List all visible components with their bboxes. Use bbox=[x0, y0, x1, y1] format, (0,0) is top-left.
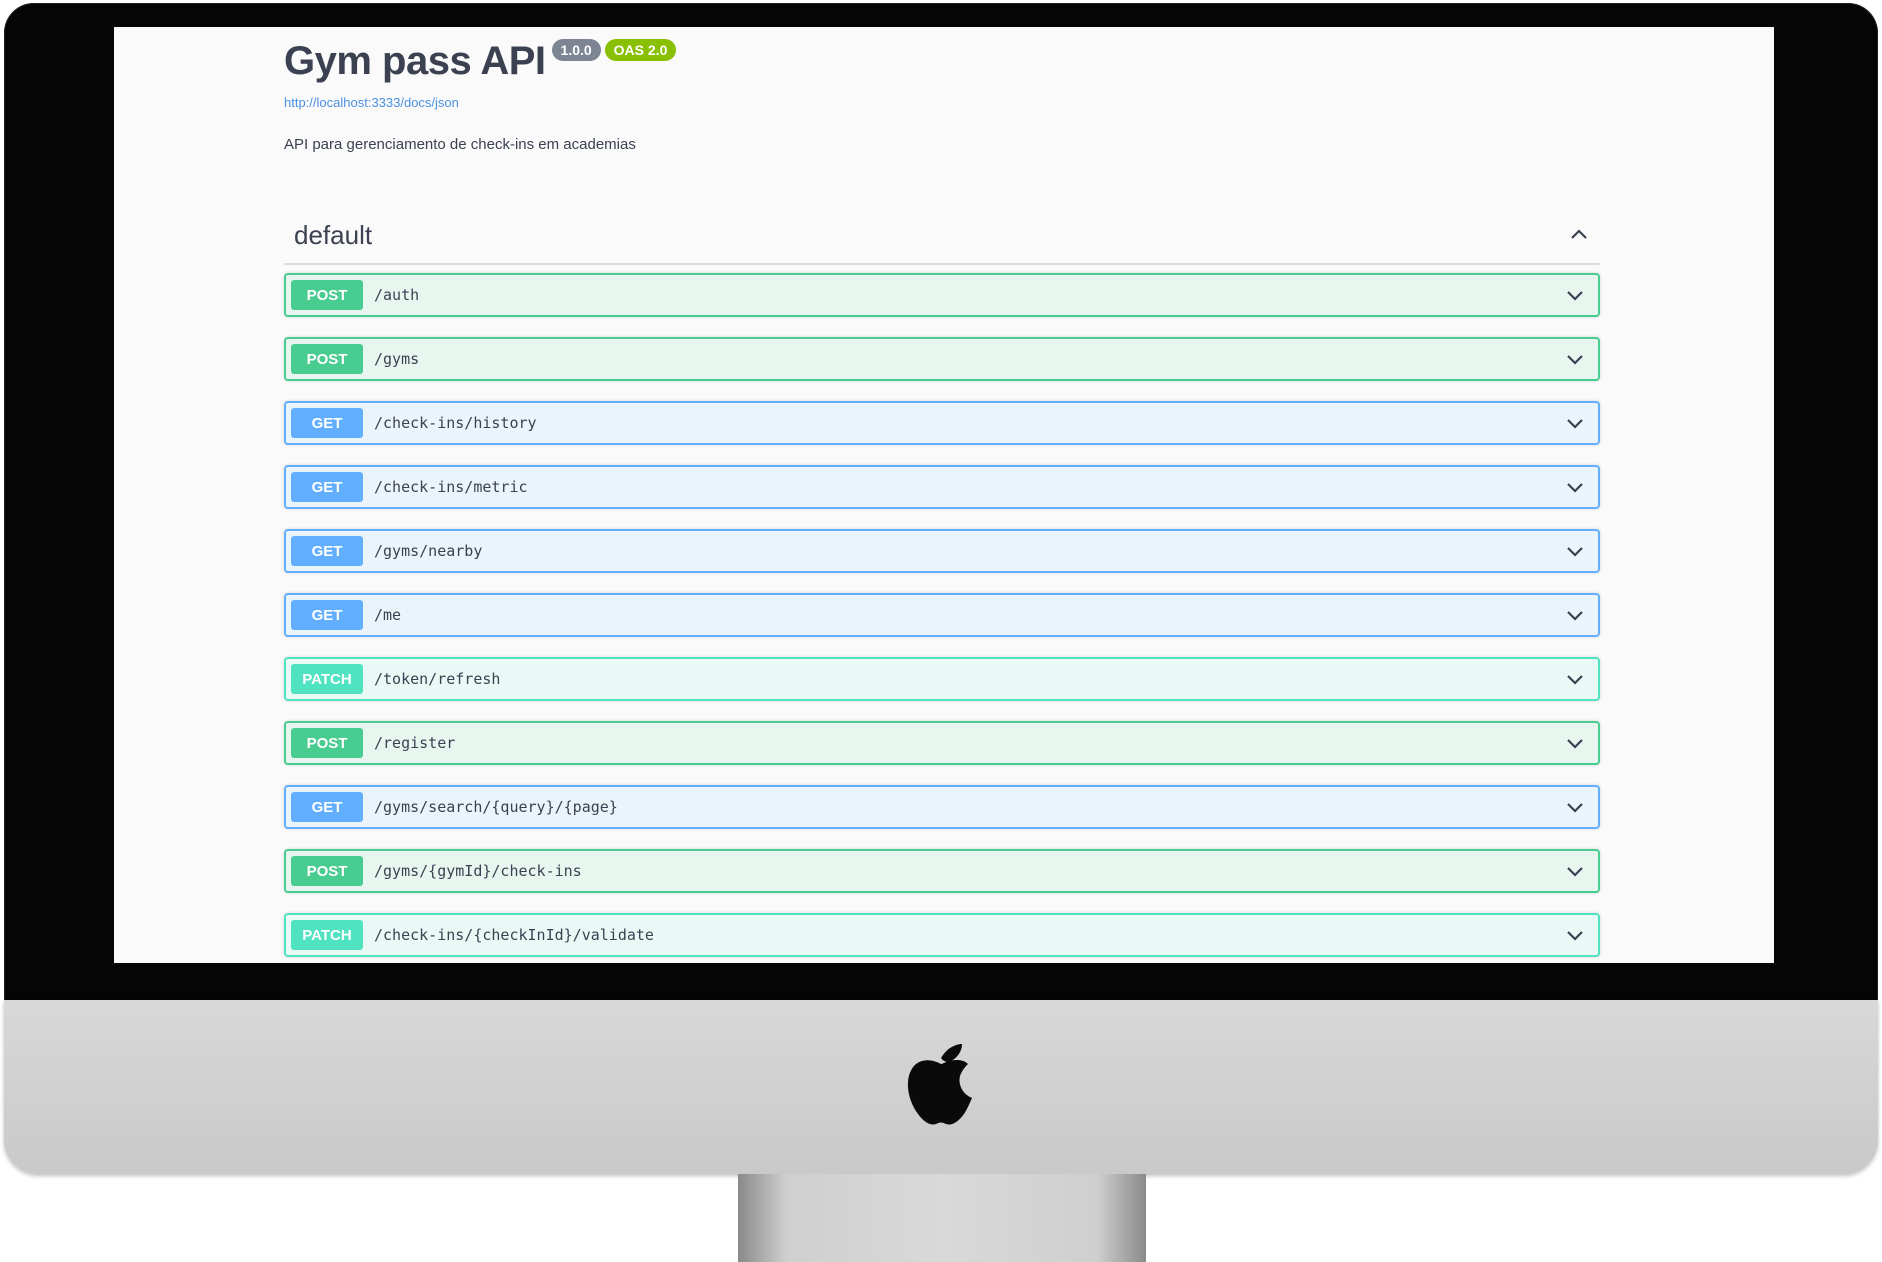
operation-path: /register bbox=[374, 734, 456, 752]
operation-row[interactable]: POST/register bbox=[284, 721, 1600, 765]
apple-logo-icon bbox=[907, 1044, 972, 1125]
operation-path: /gyms/nearby bbox=[374, 542, 483, 560]
operation-path: /check-ins/{checkInId}/validate bbox=[374, 926, 654, 944]
chevron-down-icon[interactable] bbox=[1564, 476, 1586, 498]
operation-row[interactable]: GET/gyms/nearby bbox=[284, 529, 1600, 573]
version-badge: 1.0.0 bbox=[551, 39, 601, 61]
method-badge: GET bbox=[291, 600, 363, 630]
operation-row[interactable]: POST/gyms bbox=[284, 337, 1600, 381]
method-badge: GET bbox=[291, 472, 363, 502]
api-title: Gym pass API bbox=[284, 39, 546, 83]
chevron-down-icon[interactable] bbox=[1564, 348, 1586, 370]
chevron-down-icon[interactable] bbox=[1564, 860, 1586, 882]
method-badge: PATCH bbox=[291, 920, 363, 950]
operation-path: /gyms/{gymId}/check-ins bbox=[374, 862, 582, 880]
operation-path: /gyms bbox=[374, 350, 420, 368]
operation-path: /me bbox=[374, 606, 402, 624]
method-badge: POST bbox=[291, 728, 363, 758]
operation-row[interactable]: GET/me bbox=[284, 593, 1600, 637]
api-info: Gym pass API 1.0.0 OAS 2.0 http://localh… bbox=[284, 35, 677, 153]
operation-row[interactable]: GET/gyms/search/{query}/{page} bbox=[284, 785, 1600, 829]
section-header-default[interactable]: default bbox=[284, 207, 1600, 265]
chevron-down-icon[interactable] bbox=[1564, 540, 1586, 562]
method-badge: GET bbox=[291, 408, 363, 438]
method-badge: GET bbox=[291, 536, 363, 566]
operation-row[interactable]: GET/check-ins/metric bbox=[284, 465, 1600, 509]
method-badge: POST bbox=[291, 344, 363, 374]
operations-list: POST/auth POST/gyms GET/check-ins/history G… bbox=[284, 273, 1600, 957]
spec-url-link[interactable]: http://localhost:3333/docs/json bbox=[284, 95, 676, 110]
operation-path: /check-ins/history bbox=[374, 414, 537, 432]
method-badge: POST bbox=[291, 280, 363, 310]
operation-row[interactable]: POST/auth bbox=[284, 273, 1600, 317]
chevron-down-icon[interactable] bbox=[1564, 668, 1586, 690]
operation-row[interactable]: POST/gyms/{gymId}/check-ins bbox=[284, 849, 1600, 893]
method-badge: POST bbox=[291, 856, 363, 886]
section-title: default bbox=[294, 219, 373, 250]
browser-screen: Gym pass API 1.0.0 OAS 2.0 http://localh… bbox=[114, 27, 1774, 963]
api-description: API para gerenciamento de check-ins em a… bbox=[284, 136, 636, 153]
operation-path: /auth bbox=[374, 286, 420, 304]
operation-path: /token/refresh bbox=[374, 670, 501, 688]
operation-path: /gyms/search/{query}/{page} bbox=[374, 798, 618, 816]
chevron-down-icon[interactable] bbox=[1564, 284, 1586, 306]
operation-row[interactable]: GET/check-ins/history bbox=[284, 401, 1600, 445]
operation-row[interactable]: PATCH/token/refresh bbox=[284, 657, 1600, 701]
method-badge: PATCH bbox=[291, 664, 363, 694]
operation-path: /check-ins/metric bbox=[374, 478, 528, 496]
monitor-stand bbox=[738, 1174, 1146, 1262]
chevron-up-icon[interactable] bbox=[1568, 224, 1590, 246]
method-badge: GET bbox=[291, 792, 363, 822]
chevron-down-icon[interactable] bbox=[1564, 604, 1586, 626]
oas-badge: OAS 2.0 bbox=[604, 39, 677, 61]
operation-row[interactable]: PATCH/check-ins/{checkInId}/validate bbox=[284, 913, 1600, 957]
operations-section: default POST/auth POST/gyms GET/check-ins/… bbox=[284, 207, 1600, 957]
chevron-down-icon[interactable] bbox=[1564, 412, 1586, 434]
chevron-down-icon[interactable] bbox=[1564, 732, 1586, 754]
chevron-down-icon[interactable] bbox=[1564, 924, 1586, 946]
chevron-down-icon[interactable] bbox=[1564, 796, 1586, 818]
